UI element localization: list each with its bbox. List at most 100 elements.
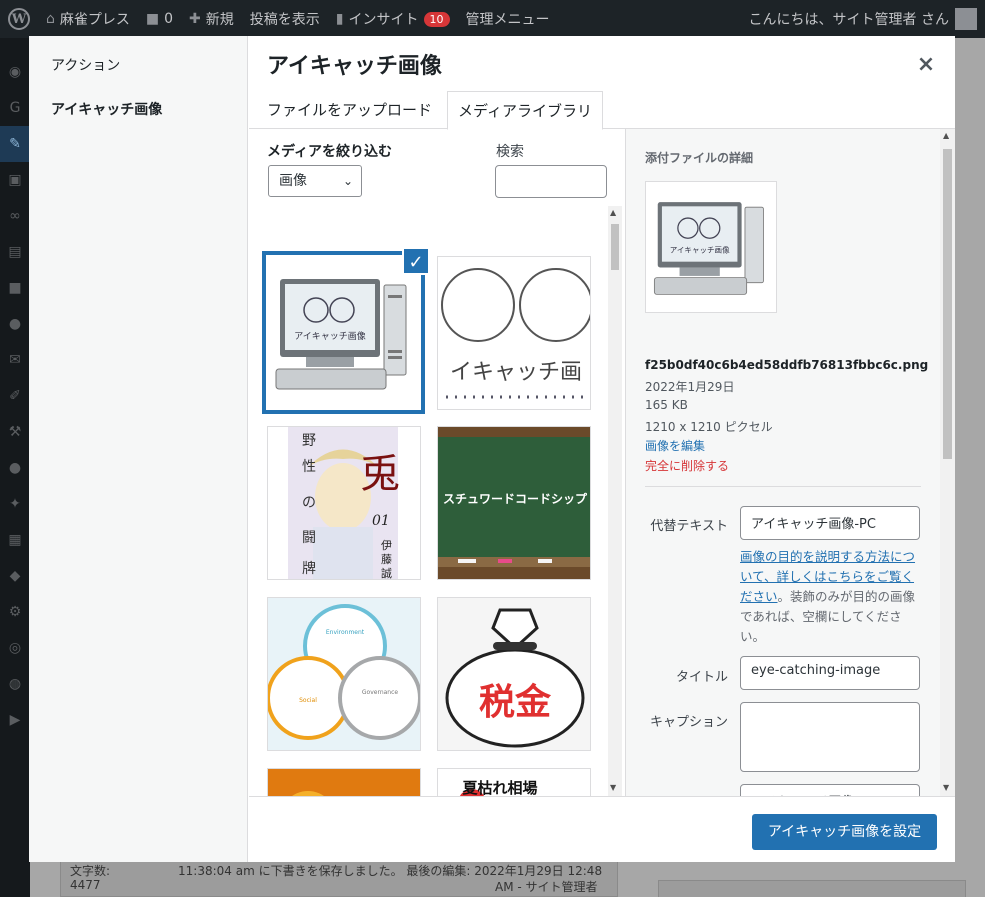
pin-icon[interactable]: ✎ [0,126,30,162]
media-type-select[interactable]: 画像 ⌄ [268,165,362,197]
attachment-thumb[interactable]: イキャッチ画 [437,256,591,410]
users-icon[interactable]: ● [0,450,30,486]
tab-media-library[interactable]: メディアライブラリ [447,91,603,130]
scroll-up-icon[interactable]: ▲ [610,208,616,217]
bar-chart-icon: ▮ [335,11,344,27]
svg-text:性: 性 [302,459,316,475]
shield-icon[interactable]: ◆ [0,558,30,594]
view-post-link[interactable]: 投稿を表示 [242,0,328,38]
attachment-thumb[interactable] [267,768,421,796]
chevron-down-icon: ⌄ [342,174,353,188]
attachment-thumb[interactable]: Environment Social Governance [267,597,421,751]
alt-text-input[interactable]: アイキャッチ画像-PC [740,506,920,540]
tax-bag-illustration: 税金 [438,598,590,750]
dashboard-icon[interactable]: ◉ [0,54,30,90]
tab-upload[interactable]: ファイルをアップロード [257,91,442,129]
link-icon[interactable]: ∞ [0,198,30,234]
svg-text:牌: 牌 [302,560,316,577]
grid-scrollbar[interactable]: ▲ ▼ [608,206,622,796]
divider [645,486,921,487]
comment-icon: ■ [145,11,160,27]
site-name-link[interactable]: ⌂ 麻雀プレス [38,0,138,38]
tools-icon[interactable]: ✦ [0,486,30,522]
svg-text:藤: 藤 [381,553,392,566]
google-icon[interactable]: G [0,90,30,126]
search-label: 検索 [496,144,524,160]
scroll-down-icon[interactable]: ▼ [610,783,616,792]
search-input[interactable] [495,165,607,198]
thumb-text: 夏枯れ相場 [461,779,537,796]
halloween-illustration [268,769,420,796]
thumb-screen-text: アイキャッチ画像 [294,330,366,342]
attachment-thumb[interactable]: アイキャッチ画像 [262,251,425,414]
scroll-down-icon[interactable]: ▼ [943,783,949,792]
admin-bar: W ⌂ 麻雀プレス ■ 0 ✚ 新規 投稿を表示 ▮ インサイト 10 管理メニュー こん… [0,0,985,38]
avatar [955,8,977,30]
selected-check-icon[interactable]: ✓ [402,247,430,275]
settings-icon[interactable]: ▦ [0,522,30,558]
media-menu: アクション アイキャッチ画像 [29,36,248,862]
globe-icon[interactable]: ◍ [0,666,30,702]
appearance-icon[interactable]: ✐ [0,378,30,414]
computer-illustration: アイキャッチ画像 [266,255,421,410]
modal-toolbar: アイキャッチ画像を設定 [249,796,955,862]
dimensions: 1210 x 1210 ピクセル [645,420,773,434]
attachment-thumb[interactable]: 夏枯れ相場 [437,768,591,796]
grid-scrollbar-thumb[interactable] [611,224,619,270]
svg-text:アイキャッチ画像: アイキャッチ画像 [670,244,730,254]
details-heading: 添付ファイルの詳細 [645,151,754,165]
modal-title: アイキャッチ画像 [267,54,442,79]
set-featured-image-button[interactable]: アイキャッチ画像を設定 [752,814,937,850]
summer-market-illustration: 夏枯れ相場 [438,769,590,796]
manga-cover-illustration: 兎 野 性 の 闘 牌 01 伊 藤 誠 [268,427,420,579]
chalkboard-illustration: スチュワードコードシップ [438,427,590,579]
pages-icon[interactable]: ▤ [0,234,30,270]
svg-text:Governance: Governance [362,689,399,696]
svg-text:野: 野 [302,433,316,449]
wp-logo-menu[interactable]: W [0,0,38,38]
attachment-thumb[interactable]: 税金 [437,597,591,751]
admin-sidebar-menu: ◉ G ✎ ▣ ∞ ▤ ■ ● ✉ ✐ ⚒ ● ✦ ▦ ◆ ⚙ ◎ ◍ ▶ [0,38,30,897]
edit-image-link[interactable]: 画像を編集 [645,437,705,454]
delete-permanently-link[interactable]: 完全に削除する [645,457,729,474]
gear-icon[interactable]: ⚙ [0,594,30,630]
new-content-link[interactable]: ✚ 新規 [181,0,242,38]
svg-text:兎: 兎 [360,451,400,497]
play-icon[interactable]: ▶ [0,702,30,738]
router-tabs: ファイルをアップロード メディアライブラリ [249,91,955,130]
caption-label: キャプション [649,715,728,730]
close-icon[interactable]: × [913,52,939,78]
scroll-up-icon[interactable]: ▲ [943,131,949,140]
revision-number: 4477 [70,878,101,892]
esg-diagram-illustration: Environment Social Governance [268,598,420,750]
thumb-text: スチュワードコードシップ [443,491,588,506]
word-count-label: 文字数: [70,864,111,878]
mail-icon[interactable]: ✉ [0,342,30,378]
details-scrollbar[interactable]: ▲ ▼ [940,129,955,796]
media-modal: アクション アイキャッチ画像 アイキャッチ画像 × ファイルをアップロード メデ… [29,36,955,862]
title-input[interactable]: eye-catching-image [740,656,920,690]
svg-text:伊: 伊 [381,539,392,552]
menu-item-featured-image[interactable]: アイキャッチ画像 [29,99,184,121]
media-icon[interactable]: ▣ [0,162,30,198]
thumb-text: 税金 [479,681,552,723]
attachment-thumb[interactable]: スチュワードコードシップ [437,426,591,580]
comments-icon[interactable]: ■ [0,270,30,306]
alt-text-help: 画像の目的を説明する方法について、詳しくはこちらをご覧ください。装飾のみが目的の… [740,549,916,644]
caption-textarea[interactable] [740,702,920,772]
leaf-icon[interactable]: ● [0,306,30,342]
attachment-thumb[interactable]: 兎 野 性 の 闘 牌 01 伊 藤 誠 [267,426,421,580]
account-menu[interactable]: こんにちは、サイト管理者 さん [741,0,985,38]
details-thumbnail: アイキャッチ画像 [645,181,777,313]
svg-text:Environment: Environment [326,629,365,636]
attachment-details: 添付ファイルの詳細 アイキャッチ画像 f25b0df40c6b4ed58ddfb… [625,129,955,796]
description-textarea[interactable]: アイキャッチ画像-PC [740,784,920,796]
insight-link[interactable]: ▮ インサイト 10 [328,0,458,38]
details-scrollbar-thumb[interactable] [943,149,952,459]
plugins-icon[interactable]: ⚒ [0,414,30,450]
admin-menu-link[interactable]: 管理メニュー [458,0,558,38]
comments-link[interactable]: ■ 0 [138,0,181,38]
refresh-icon[interactable]: ◎ [0,630,30,666]
upload-date: 2022年1月29日 [645,380,735,394]
menu-item-action[interactable]: アクション [29,55,142,77]
